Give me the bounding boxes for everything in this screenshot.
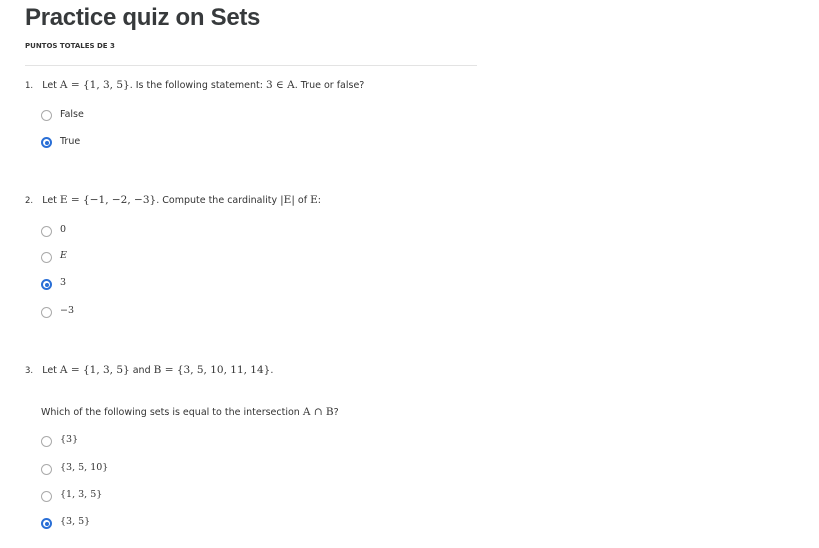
option-label: {3, 5} bbox=[60, 516, 91, 527]
question-text: Which of the following sets is equal to … bbox=[41, 407, 303, 418]
radio-q2-option-1[interactable] bbox=[41, 226, 52, 237]
radio-q1-true[interactable] bbox=[41, 137, 52, 148]
option-label: 3 bbox=[60, 277, 67, 288]
option-label: E bbox=[60, 250, 67, 261]
question-text: of bbox=[294, 195, 311, 206]
question-3: 3. Let A = {1, 3, 5} and B = {3, 5, 10, … bbox=[25, 364, 273, 376]
question-text: . Is the following statement: bbox=[129, 80, 266, 91]
page-title: Practice quiz on Sets bbox=[25, 4, 261, 31]
question-text: Let bbox=[42, 365, 60, 376]
divider bbox=[25, 65, 477, 66]
option-label: False bbox=[60, 109, 84, 120]
question-text: . True or false? bbox=[294, 80, 365, 91]
radio-q3-option-1[interactable] bbox=[41, 436, 52, 447]
question-text: and bbox=[129, 365, 154, 376]
radio-q2-option-3[interactable] bbox=[41, 279, 52, 290]
math: A ∩ B bbox=[302, 406, 334, 418]
math: |E| bbox=[280, 194, 295, 206]
question-text: : bbox=[317, 195, 321, 206]
option-label: True bbox=[60, 136, 81, 147]
radio-q3-option-2[interactable] bbox=[41, 464, 52, 475]
question-number: 3. bbox=[25, 366, 34, 376]
option-label: {1, 3, 5} bbox=[60, 489, 103, 500]
total-points: PUNTOS TOTALES DE 3 bbox=[25, 42, 115, 50]
question-text: Let bbox=[42, 195, 60, 206]
math: A = {1, 3, 5} bbox=[59, 364, 130, 376]
question-text: Let bbox=[42, 80, 60, 91]
radio-q2-option-2[interactable] bbox=[41, 252, 52, 263]
math: B = {3, 5, 10, 11, 14} bbox=[153, 364, 271, 376]
question-text: . Compute the cardinality bbox=[156, 195, 281, 206]
radio-q2-option-4[interactable] bbox=[41, 307, 52, 318]
question-text: . bbox=[270, 365, 274, 376]
question-number: 1. bbox=[25, 81, 34, 91]
radio-q3-option-3[interactable] bbox=[41, 491, 52, 502]
math: E = {−1, −2, −3} bbox=[59, 194, 157, 206]
option-label: {3} bbox=[60, 434, 79, 445]
option-label: 0 bbox=[60, 224, 67, 235]
radio-q3-option-4[interactable] bbox=[41, 518, 52, 529]
math: E bbox=[310, 194, 318, 206]
question-3-prompt: Which of the following sets is equal to … bbox=[41, 406, 339, 418]
radio-q1-false[interactable] bbox=[41, 110, 52, 121]
question-number: 2. bbox=[25, 196, 34, 206]
option-label: {3, 5, 10} bbox=[60, 462, 109, 473]
question-text: ? bbox=[333, 407, 339, 418]
math: 3 ∈ A bbox=[266, 79, 295, 91]
option-label: −3 bbox=[60, 305, 75, 316]
question-2: 2. Let E = {−1, −2, −3}. Compute the car… bbox=[25, 194, 321, 206]
question-1: 1. Let A = {1, 3, 5}. Is the following s… bbox=[25, 79, 364, 91]
math: A = {1, 3, 5} bbox=[59, 79, 130, 91]
